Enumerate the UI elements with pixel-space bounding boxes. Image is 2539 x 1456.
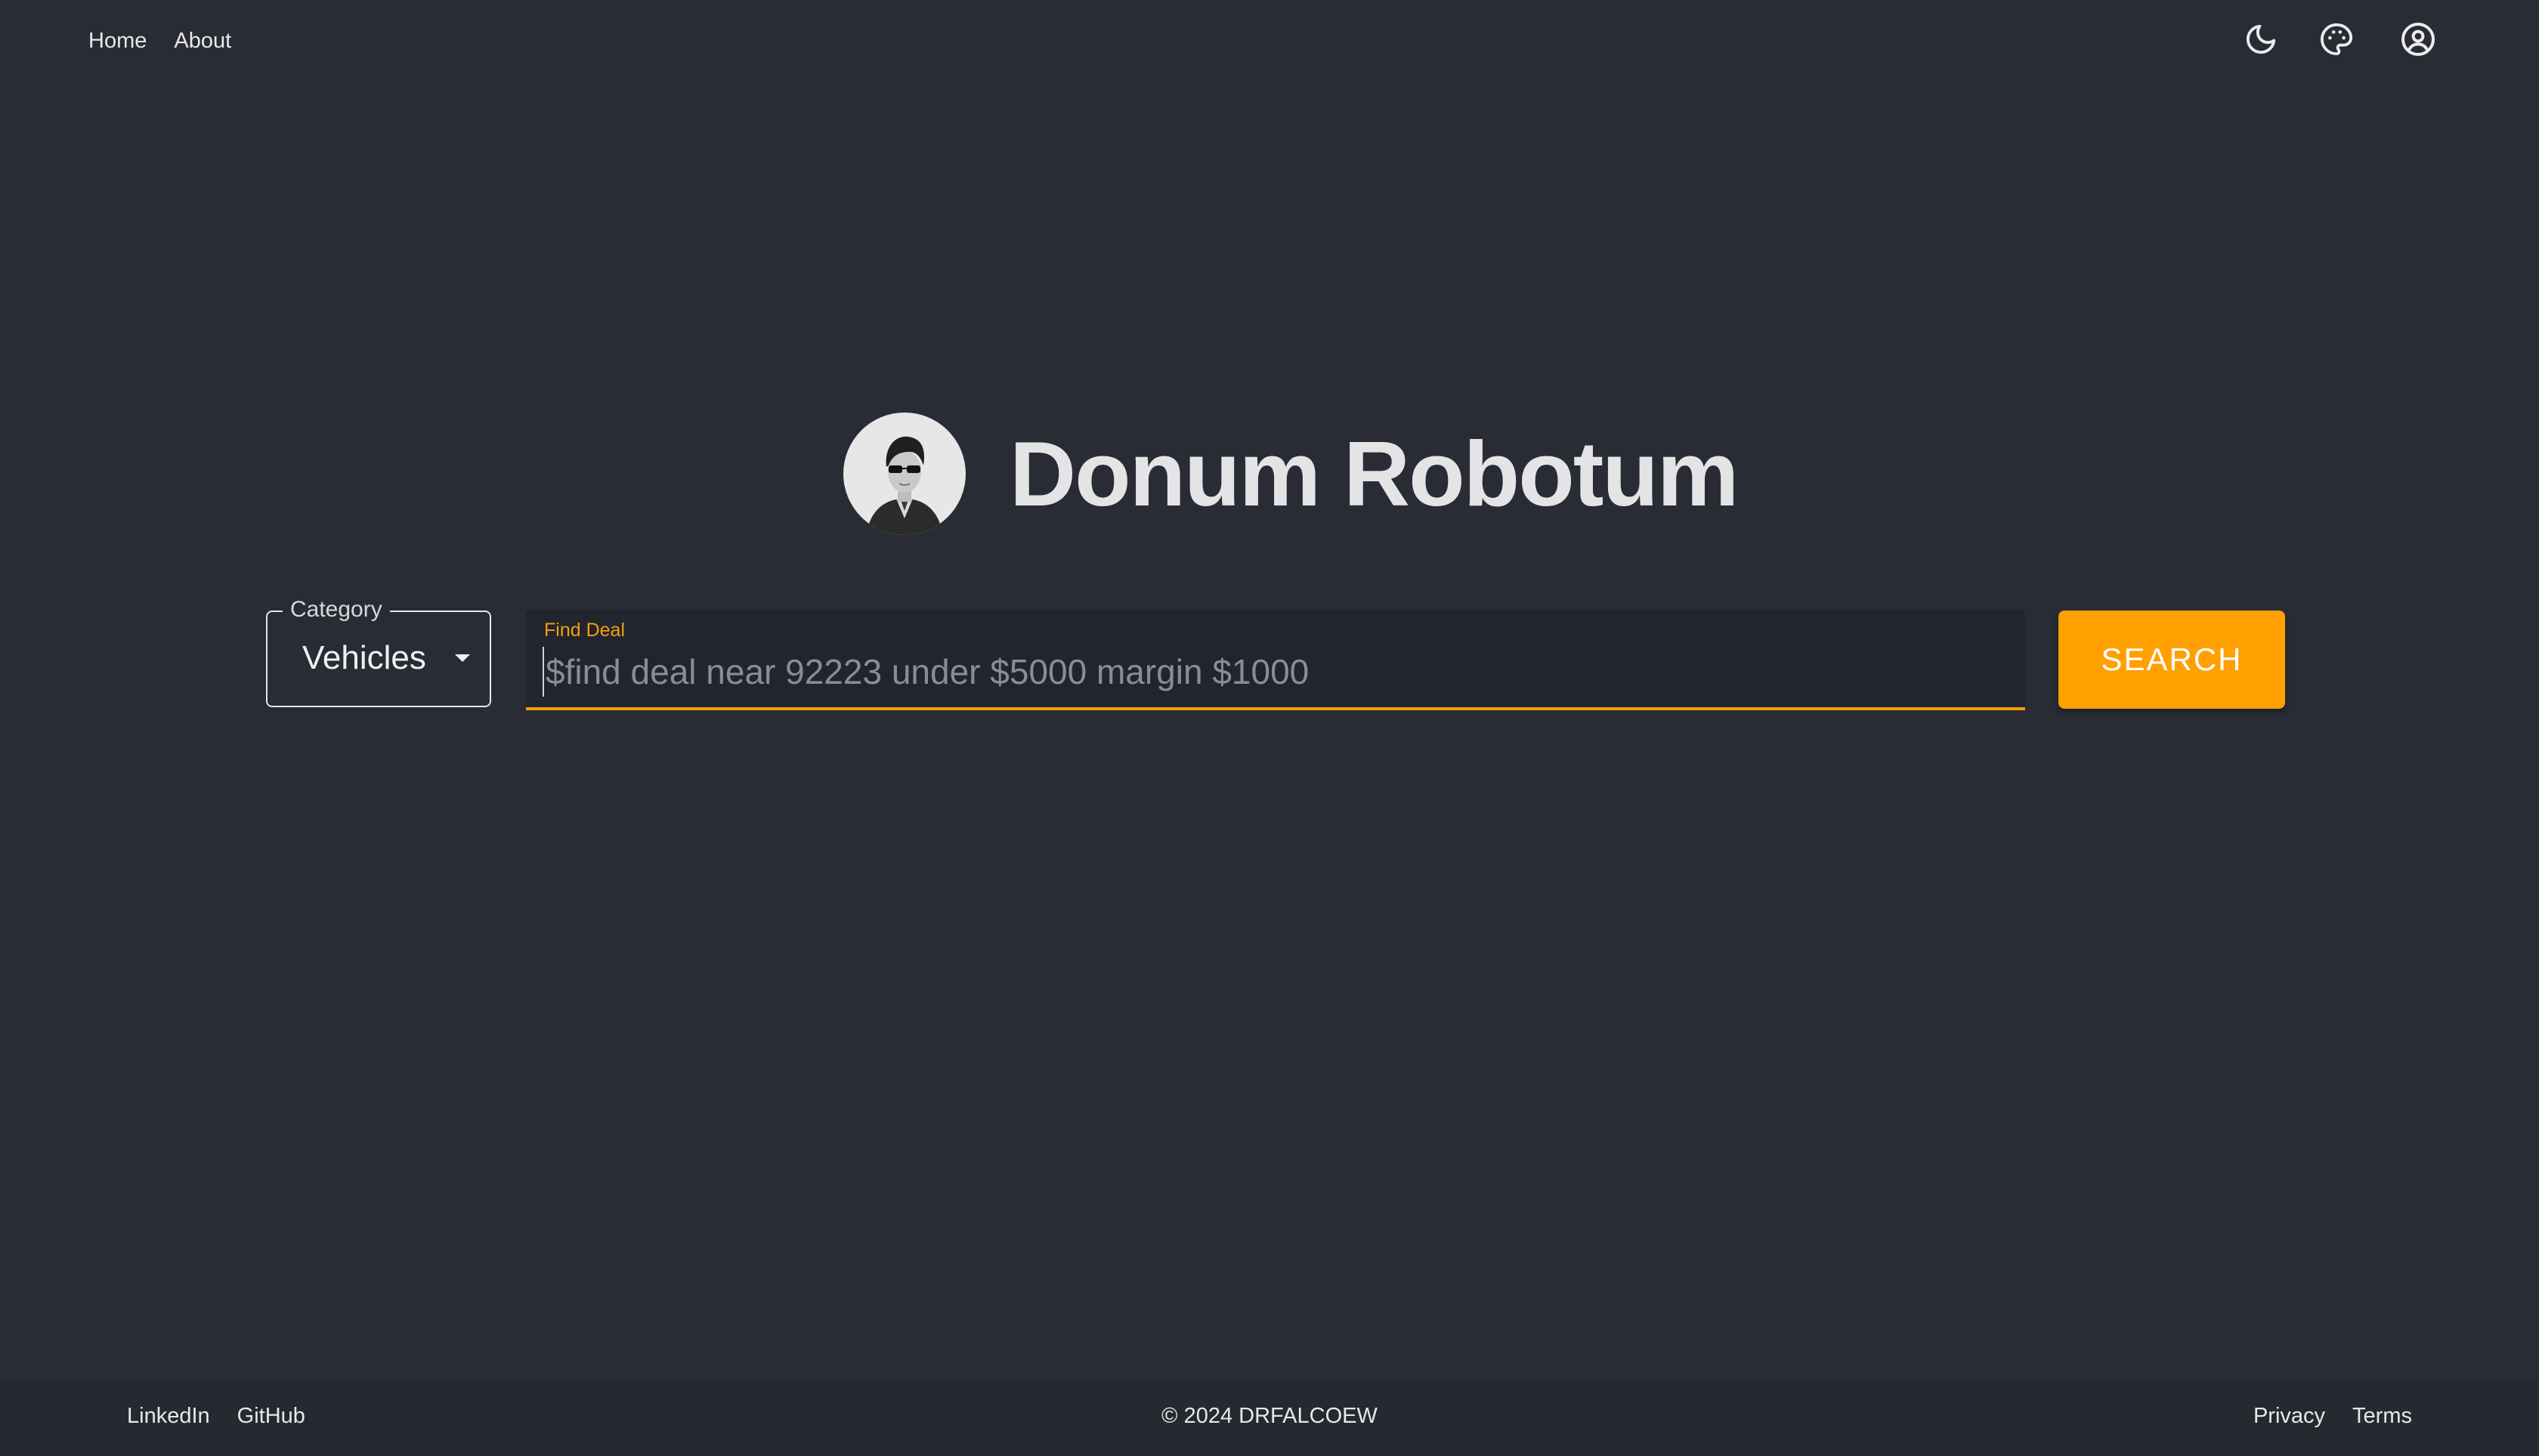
palette-icon[interactable] <box>2314 17 2359 62</box>
hero: Donum Robotum <box>843 413 1739 535</box>
nav-links: Home About <box>88 29 231 54</box>
footer-link-privacy[interactable]: Privacy <box>2253 1404 2325 1429</box>
footer-legal-links: Privacy Terms <box>2253 1404 2412 1429</box>
user-account-icon[interactable] <box>2395 17 2441 62</box>
footer-link-terms[interactable]: Terms <box>2352 1404 2412 1429</box>
nav-link-home[interactable]: Home <box>88 29 147 54</box>
footer: © 2024 DRFALCOEW LinkedIn GitHub Privacy… <box>0 1381 2539 1456</box>
page-title: Donum Robotum <box>1010 422 1739 525</box>
footer-social-links: LinkedIn GitHub <box>127 1404 305 1429</box>
footer-link-linkedin[interactable]: LinkedIn <box>127 1404 210 1429</box>
category-select[interactable]: Category Vehicles <box>266 597 491 707</box>
footer-link-github[interactable]: GitHub <box>237 1404 305 1429</box>
dropdown-arrow-icon <box>455 654 470 662</box>
category-label: Category <box>283 597 390 623</box>
category-value: Vehicles <box>302 639 426 676</box>
find-deal-field: Find Deal <box>526 609 2025 710</box>
find-deal-label: Find Deal <box>544 620 625 641</box>
page: Home About Donum Robotum Category Vehicl… <box>0 0 2539 1456</box>
search-button[interactable]: SEARCH <box>2058 611 2285 709</box>
nav-link-about[interactable]: About <box>174 29 231 54</box>
find-deal-input[interactable] <box>543 647 1998 697</box>
avatar <box>843 413 966 535</box>
moon-icon[interactable] <box>2238 17 2284 62</box>
footer-copyright: © 2024 DRFALCOEW <box>1161 1404 1378 1428</box>
top-navigation: Home About <box>0 0 2539 85</box>
